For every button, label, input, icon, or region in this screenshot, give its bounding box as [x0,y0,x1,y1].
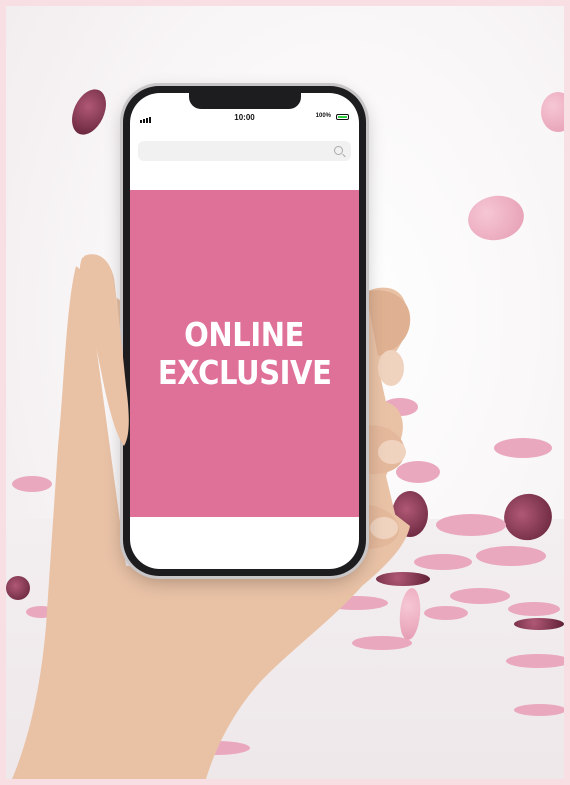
status-bar: 10:00 100% [130,110,359,128]
battery-percent: 100% [315,113,331,119]
battery-icon [336,114,349,120]
search-icon[interactable] [334,146,343,155]
photo-frame: 10:00 100% ONLINE EXCLUSIVE [6,6,564,779]
search-bar[interactable] [138,141,351,161]
banner-line-1: ONLINE [184,314,305,354]
phone-notch [188,93,301,109]
phone-screen: 10:00 100% ONLINE EXCLUSIVE [130,93,359,569]
banner-line-2: EXCLUSIVE [157,352,332,392]
promo-banner[interactable]: ONLINE EXCLUSIVE [130,190,359,517]
smartphone: 10:00 100% ONLINE EXCLUSIVE [123,86,366,576]
